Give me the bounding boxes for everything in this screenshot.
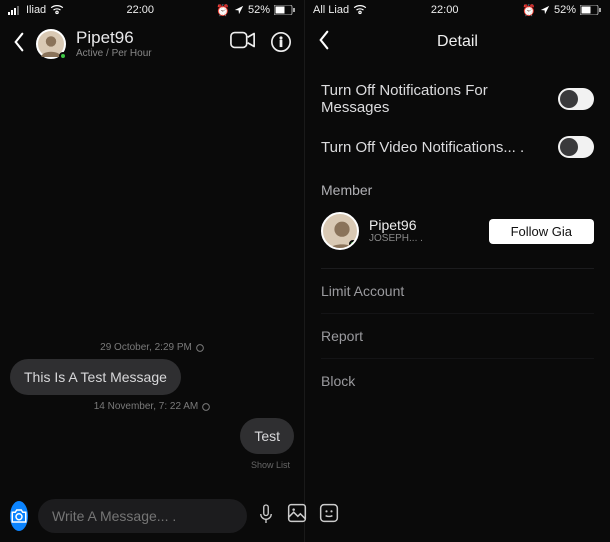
header-actions [230, 31, 292, 58]
info-button[interactable] [270, 31, 292, 58]
message-bubble-outgoing[interactable]: Test [240, 418, 294, 454]
timestamp: 14 November, 7: 22 AM [10, 401, 294, 412]
detail-body: Turn Off Notifications For Messages Turn… [305, 64, 610, 403]
follow-button[interactable]: Follow Gia [489, 219, 594, 244]
battery-icon [274, 5, 296, 15]
signal-icon [8, 5, 22, 15]
member-row: Pipet96 JOSEPH... . Follow Gia [321, 206, 594, 269]
carrier-label: Iliad [26, 4, 46, 16]
member-sub: JOSEPH... . [369, 233, 479, 244]
setting-label: Turn Off Video Notifications... . [321, 139, 524, 156]
camera-button[interactable] [10, 501, 28, 531]
chat-activity-status: Active / Per Hour [76, 48, 220, 59]
status-right: ⏰ 52% [216, 4, 296, 17]
detail-screen: All Liad 22:00 ⏰ 52% Detail Turn Off Not… [305, 0, 610, 542]
delivery-label: Show List [10, 460, 294, 470]
chat-screen: Iliad 22:00 ⏰ 52% Pipet96 [0, 0, 305, 542]
setting-label: Turn Off Notifications For Messages [321, 82, 558, 116]
status-time: 22:00 [431, 4, 459, 16]
back-button[interactable] [12, 32, 26, 57]
message-input[interactable] [38, 499, 247, 533]
microphone-button[interactable] [257, 503, 275, 530]
detail-title: Detail [345, 33, 570, 51]
chat-title-block[interactable]: Pipet96 Active / Per Hour [76, 29, 220, 59]
message-row: This Is A Test Message [10, 359, 294, 395]
battery-icon [580, 5, 602, 15]
battery-label: 52% [248, 4, 270, 16]
status-left: Iliad [8, 4, 64, 16]
photo-button[interactable] [287, 503, 307, 530]
location-icon [540, 5, 550, 15]
alarm-icon: ⏰ [216, 4, 230, 17]
status-bar-left: Iliad 22:00 ⏰ 52% [0, 0, 304, 20]
status-time: 22:00 [126, 4, 154, 16]
member-name: Pipet96 [369, 218, 479, 233]
action-limit-account[interactable]: Limit Account [321, 269, 594, 313]
chat-header: Pipet96 Active / Per Hour [0, 20, 304, 68]
timestamp: 29 October, 2:29 PM [10, 342, 294, 353]
chat-avatar[interactable] [36, 29, 66, 59]
online-indicator [59, 52, 67, 60]
action-block[interactable]: Block [321, 358, 594, 403]
online-indicator [349, 240, 357, 248]
toggle-notifications-messages[interactable]: Turn Off Notifications For Messages [321, 72, 594, 126]
toggle-switch[interactable] [558, 136, 594, 158]
status-left: All Liad [313, 4, 367, 16]
wifi-icon [353, 5, 367, 15]
status-bar-right: All Liad 22:00 ⏰ 52% [305, 0, 610, 20]
status-right: ⏰ 52% [522, 4, 602, 17]
back-button[interactable] [317, 30, 331, 55]
location-icon [234, 5, 244, 15]
alarm-icon: ⏰ [522, 4, 536, 17]
member-section-label: Member [321, 168, 594, 206]
detail-header: Detail [305, 20, 610, 64]
message-bubble-incoming[interactable]: This Is A Test Message [10, 359, 181, 395]
toggle-switch[interactable] [558, 88, 594, 110]
carrier-label: All Liad [313, 4, 349, 16]
chat-body[interactable]: 29 October, 2:29 PM This Is A Test Messa… [0, 68, 304, 490]
chat-name: Pipet96 [76, 29, 220, 48]
battery-label: 52% [554, 4, 576, 16]
wifi-icon [50, 5, 64, 15]
toggle-notifications-video[interactable]: Turn Off Video Notifications... . [321, 126, 594, 168]
action-report[interactable]: Report [321, 313, 594, 358]
message-row: Test [10, 418, 294, 454]
member-avatar[interactable] [321, 212, 359, 250]
composer-bar [0, 490, 304, 542]
video-call-button[interactable] [230, 31, 256, 58]
